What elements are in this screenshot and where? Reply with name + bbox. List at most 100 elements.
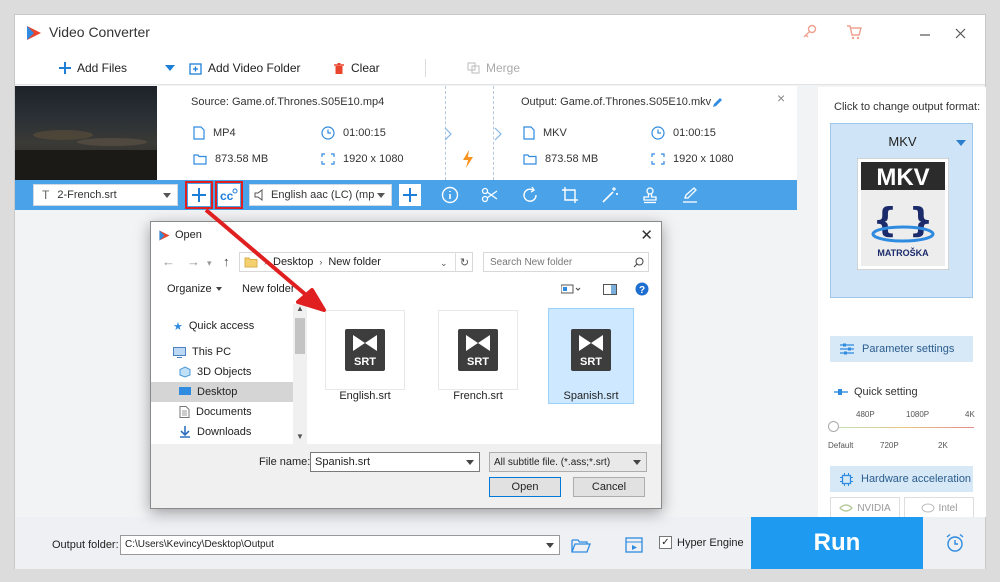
open-button[interactable]: Open [489,477,561,497]
output-duration: 01:00:15 [651,126,716,140]
file-name-french: French.srt [453,390,503,402]
crop-icon[interactable] [561,186,579,204]
rotate-icon[interactable] [521,186,539,204]
sliders-icon [840,343,854,355]
matroska-text: MATROŠKA [877,247,929,258]
nav-scrollbar[interactable]: ▲ ▼ [293,304,307,444]
lightning-icon [463,150,473,168]
file-type-select[interactable]: All subtitle file. (*.ass;*.srt) [489,452,647,472]
preview-pane-icon[interactable] [603,284,617,295]
file-english-srt[interactable]: SRT [325,310,405,390]
subtitle-editor-button[interactable]: cc [218,184,240,206]
address-bar[interactable]: › Desktop › New folder ⌄ [239,252,473,272]
tick-2k: 2K [938,441,948,450]
quick-setting-label: Quick setting [834,386,918,398]
video-folder-icon[interactable] [625,537,643,553]
nav-downloads[interactable]: Downloads [151,422,293,442]
remove-file-icon[interactable]: × [777,90,785,106]
file-item[interactable]: Source: Game.of.Thrones.S05E10.mp4 MP4 0… [15,86,797,180]
source-resolution: 1920 x 1080 [321,153,404,165]
cancel-button[interactable]: Cancel [573,477,645,497]
minimize-icon[interactable] [919,27,931,39]
file-french-srt[interactable]: SRT [438,310,518,390]
new-folder-button[interactable]: New folder [242,283,295,295]
app-logo-icon [27,26,41,40]
dialog-footer: File name: Spanish.srt All subtitle file… [151,444,661,508]
refresh-icon[interactable]: ↻ [455,252,473,272]
close-icon[interactable] [955,28,966,39]
audio-track-select[interactable]: English aac (LC) (mp [249,184,392,206]
bottom-bar: Output folder: C:\Users\Kevincy\Desktop\… [15,517,985,569]
address-dropdown-icon[interactable]: ⌄ [440,258,448,269]
add-video-folder-label: Add Video Folder [208,61,301,75]
alarm-clock-icon[interactable] [945,533,965,553]
tick-4k: 4K [965,410,975,419]
plus-icon [59,62,71,74]
forward-arrow-icon[interactable]: → [187,254,200,269]
output-format-selector[interactable]: MKV MKV { } MATROŠKA [830,123,973,298]
scissors-icon[interactable] [481,186,499,204]
cart-icon[interactable] [845,23,863,41]
output-folder-input[interactable]: C:\Users\Kevincy\Desktop\Output [120,535,560,555]
scrollbar-thumb[interactable] [295,318,305,354]
merge-button[interactable]: Merge [467,61,520,75]
nvidia-option[interactable]: NVIDIA [830,497,900,519]
arrow-right-icon-2 [494,127,502,141]
breadcrumb-new-folder[interactable]: New folder [328,256,381,268]
format-dropdown-icon [956,140,966,146]
video-thumbnail[interactable] [15,86,157,180]
organize-menu[interactable]: Organize [167,283,222,295]
add-subtitle-button[interactable] [188,184,210,206]
add-files-button[interactable]: Add Files [59,61,127,75]
breadcrumb-desktop[interactable]: Desktop [273,256,313,268]
hardware-acceleration-button[interactable]: Hardware acceleration [830,466,973,492]
hyper-engine-checkbox[interactable]: ✓ Hyper Engine [659,536,744,549]
add-audio-button[interactable] [399,184,421,206]
back-arrow-icon[interactable]: ← [162,254,175,269]
up-arrow-icon[interactable]: ↑ [223,254,230,269]
slider-icon [834,389,848,395]
recent-dropdown-icon[interactable]: ▾ [207,258,212,269]
scroll-down-icon[interactable]: ▼ [296,432,304,441]
scroll-up-icon[interactable]: ▲ [296,304,304,313]
intel-option[interactable]: Intel [904,497,974,519]
main-toolbar: Add Files Add Video Folder Clear Merge [15,51,985,85]
watermark-stamp-icon[interactable] [641,186,659,204]
nav-quick-access[interactable]: ★ Quick access [151,316,293,336]
file-name-spanish: Spanish.srt [563,390,619,402]
run-button[interactable]: Run [751,517,923,569]
open-folder-icon[interactable] [571,538,591,553]
nav-desktop[interactable]: Desktop [151,382,293,402]
cc-icon: cc [220,188,238,202]
title-bar: Video Converter [15,15,985,51]
edit-sign-icon[interactable] [681,186,699,204]
search-input[interactable]: Search New folder [483,252,649,272]
folder-plus-icon [189,62,202,75]
help-icon[interactable]: ? [635,282,649,296]
toolbar-separator [425,59,426,77]
clear-button[interactable]: Clear [333,61,380,75]
merge-label: Merge [486,61,521,75]
key-icon[interactable] [801,23,819,41]
quality-slider-handle[interactable] [828,421,839,432]
effects-wand-icon[interactable] [601,186,619,204]
subtitle-select[interactable]: T 2-French.srt [33,184,178,206]
dialog-close-icon[interactable]: ✕ [640,226,653,244]
srt-badge-text: SRT [354,356,376,368]
info-icon[interactable] [441,186,459,204]
add-video-folder-button[interactable]: Add Video Folder [189,61,301,75]
svg-text:?: ? [639,285,645,296]
view-options-icon[interactable] [561,284,581,294]
file-name-input[interactable]: Spanish.srt [310,452,480,472]
add-files-dropdown-icon[interactable] [165,65,175,72]
file-format-icon [193,126,205,140]
edit-pencil-icon[interactable] [712,96,724,108]
nav-3d-objects[interactable]: 3D Objects [151,362,293,382]
nav-this-pc[interactable]: This PC [151,342,293,362]
nav-documents[interactable]: Documents [151,402,293,422]
parameter-settings-button[interactable]: Parameter settings [830,336,973,362]
search-icon [633,257,644,268]
clock-icon [321,126,335,140]
mkv-badge-text: MKV [876,164,929,191]
quality-slider-track[interactable] [832,427,974,428]
